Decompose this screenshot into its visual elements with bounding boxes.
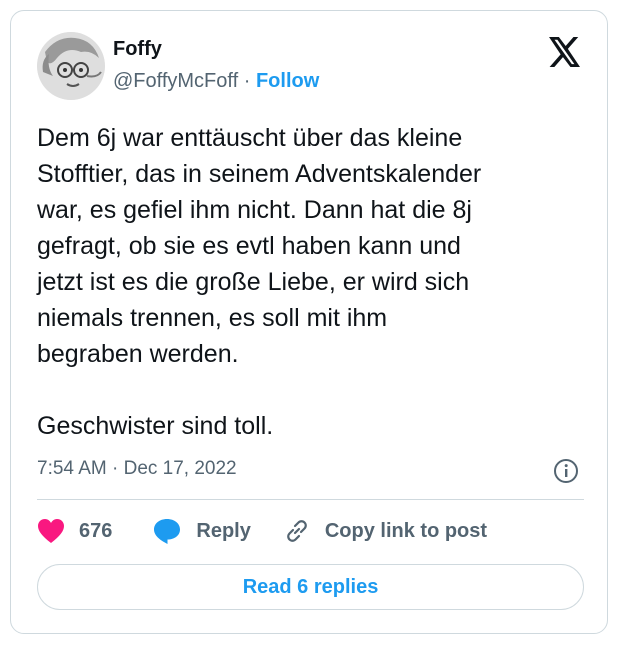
follow-button[interactable]: Follow — [256, 70, 319, 92]
heart-icon — [38, 519, 64, 543]
link-icon — [287, 520, 307, 542]
copy-link-button[interactable]: Copy link to post — [283, 517, 487, 545]
author-handle-row: @FoffyMcFoff · Follow — [113, 70, 319, 93]
divider — [37, 499, 584, 500]
author-handle[interactable]: @FoffyMcFoff — [113, 70, 238, 92]
x-logo-icon[interactable] — [548, 37, 582, 67]
reply-bubble-icon — [154, 519, 181, 544]
like-button[interactable]: 676 — [37, 518, 112, 544]
reply-label: Reply — [196, 519, 251, 542]
author-name[interactable]: Foffy — [113, 38, 162, 61]
tweet-text: Dem 6j war enttäuscht über das kleine St… — [37, 124, 482, 440]
avatar[interactable] — [37, 32, 105, 100]
read-replies-button[interactable]: Read 6 replies — [37, 564, 584, 610]
separator: · — [243, 70, 251, 92]
action-bar: 676 Reply Copy link to post — [37, 514, 487, 548]
timestamp[interactable]: 7:54 AM · Dec 17, 2022 — [37, 458, 237, 480]
reply-button[interactable]: Reply — [152, 517, 251, 545]
info-icon[interactable] — [553, 458, 579, 484]
like-count: 676 — [79, 519, 113, 542]
copy-link-label: Copy link to post — [324, 519, 488, 542]
